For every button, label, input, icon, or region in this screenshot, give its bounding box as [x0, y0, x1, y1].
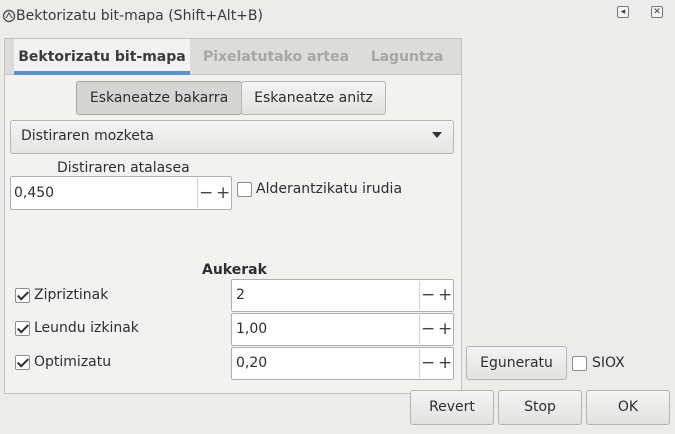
update-preview-button[interactable]: Eguneratu: [466, 346, 567, 380]
speckles-increment-button[interactable]: +: [438, 285, 452, 305]
optimize-increment-button[interactable]: +: [438, 353, 452, 373]
threshold-decrement-button[interactable]: −: [199, 183, 213, 203]
multiple-scan-button[interactable]: Eskaneatze anitz: [241, 81, 386, 115]
window-title: Bektorizatu bit-mapa (Shift+Alt+B): [16, 8, 263, 24]
siox-checkbox[interactable]: [572, 356, 587, 371]
tab-trace-bitmap[interactable]: Bektorizatu bit-mapa: [14, 39, 190, 75]
smooth-corners-checkbox[interactable]: [15, 321, 30, 336]
tab-help[interactable]: Laguntza: [360, 39, 454, 75]
optimize-input[interactable]: 0,20: [236, 355, 267, 371]
stop-button[interactable]: Stop: [498, 390, 582, 425]
chevron-down-icon: [432, 132, 442, 138]
siox-label: SIOX: [592, 355, 625, 371]
app-icon: [2, 9, 16, 23]
active-tab-indicator: [14, 71, 190, 75]
speckles-decrement-button[interactable]: −: [421, 285, 435, 305]
tab-pixel-art[interactable]: Pixelatutako artea: [196, 39, 356, 75]
optimize-label: Optimizatu: [34, 354, 112, 370]
threshold-increment-button[interactable]: +: [216, 183, 230, 203]
spin-divider: [419, 281, 420, 310]
invert-label: Alderantzikatu irudia: [256, 181, 403, 197]
optimize-decrement-button[interactable]: −: [421, 353, 435, 373]
smooth-corners-decrement-button[interactable]: −: [421, 319, 435, 339]
spin-divider: [419, 315, 420, 344]
dropdown-value: Distiraren mozketa: [21, 128, 154, 144]
revert-button[interactable]: Revert: [410, 390, 494, 425]
preview-area: [466, 32, 671, 344]
spin-divider: [197, 178, 198, 208]
speckles-checkbox[interactable]: [15, 288, 30, 303]
speckles-input[interactable]: 2: [236, 287, 245, 303]
options-heading: Aukerak: [202, 262, 267, 278]
threshold-label: Distiraren atalasea: [57, 160, 190, 176]
single-scan-button[interactable]: Eskaneatze bakarra: [76, 81, 242, 115]
spin-divider: [419, 349, 420, 378]
smooth-corners-label: Leundu izkinak: [34, 320, 139, 336]
smooth-corners-input[interactable]: 1,00: [236, 321, 267, 337]
threshold-input[interactable]: 0,450: [14, 185, 54, 201]
speckles-label: Zipriztinak: [34, 287, 109, 303]
invert-checkbox[interactable]: [237, 182, 252, 197]
close-window-button[interactable]: ✕: [651, 6, 663, 18]
optimize-checkbox[interactable]: [15, 355, 30, 370]
ok-button[interactable]: OK: [586, 390, 670, 425]
shade-window-button[interactable]: ◂: [617, 6, 629, 18]
smooth-corners-increment-button[interactable]: +: [438, 319, 452, 339]
